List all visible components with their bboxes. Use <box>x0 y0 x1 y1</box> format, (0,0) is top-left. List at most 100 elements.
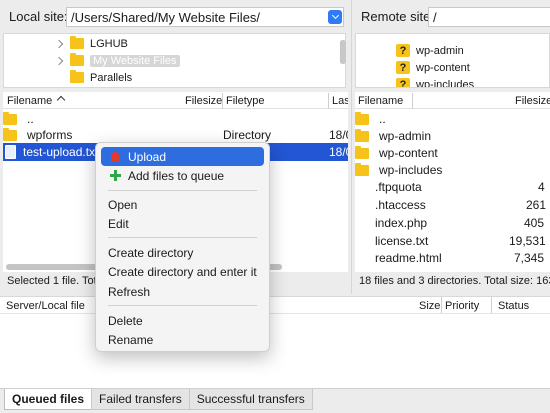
remote-tree-item[interactable]: ? wp-content <box>396 59 470 76</box>
menu-item-delete[interactable]: Delete <box>101 311 264 330</box>
file-name: wp-admin <box>379 129 432 143</box>
local-tree-item-label: Parallels <box>90 71 133 84</box>
column-divider[interactable] <box>412 93 413 109</box>
file-icon <box>357 234 368 248</box>
menu-item-create-directory[interactable]: Create directory <box>101 243 264 262</box>
menu-item-create-directory-and-enter[interactable]: Create directory and enter it <box>101 262 264 281</box>
local-site-path-text: /Users/Shared/My Website Files/ <box>71 9 261 25</box>
file-size: 4 <box>538 180 545 194</box>
remote-col-filename[interactable]: Filename <box>358 95 403 107</box>
chevron-right-icon[interactable] <box>54 39 64 48</box>
remote-file-row[interactable]: index.php 405 <box>355 214 550 232</box>
remote-file-row[interactable]: wp-includes <box>355 161 550 179</box>
remote-file-row[interactable]: license.txt 19,531 <box>355 232 550 250</box>
queue-col-size[interactable]: Size <box>419 300 440 312</box>
folder-icon <box>355 145 369 159</box>
file-last-modified: 18/0 <box>329 145 348 159</box>
chevron-down-icon <box>331 11 339 20</box>
tab-successful-transfers[interactable]: Successful transfers <box>188 389 313 410</box>
menu-item-upload[interactable]: Upload <box>101 147 264 166</box>
file-name: wp-content <box>379 146 438 160</box>
remote-tree-item-label: wp-content <box>416 61 470 74</box>
remote-file-row[interactable]: .ftpquota 4 <box>355 178 550 196</box>
file-last-modified: 18/0 <box>329 128 348 142</box>
local-site-label: Local site: <box>9 9 68 24</box>
local-col-last-modified[interactable]: Las <box>332 95 348 107</box>
local-tree-item[interactable]: My Website Files <box>54 52 180 69</box>
file-size: 7,345 <box>514 251 545 265</box>
column-divider[interactable] <box>328 93 329 109</box>
unknown-folder-icon: ? <box>396 44 410 57</box>
menu-item-label: Create directory and enter it <box>108 264 257 279</box>
file-name: readme.html <box>375 251 442 265</box>
queue-list[interactable] <box>0 314 550 388</box>
remote-tree-item[interactable]: ? wp-admin <box>396 42 464 59</box>
local-col-filetype[interactable]: Filetype <box>226 95 265 107</box>
file-name: .ftpquota <box>375 180 422 194</box>
menu-item-label: Open <box>108 197 138 212</box>
remote-site-path-input[interactable]: / <box>428 7 550 27</box>
file-name: wp-includes <box>379 163 443 177</box>
file-name: test-upload.txt <box>23 145 99 159</box>
local-site-path-input[interactable]: /Users/Shared/My Website Files/ <box>66 7 344 27</box>
file-size: 261 <box>526 198 547 212</box>
remote-site-bar: Remote site: / <box>354 0 550 33</box>
queue-col-server-local[interactable]: Server/Local file <box>6 300 85 312</box>
menu-item-label: Delete <box>108 313 143 328</box>
queue-col-priority[interactable]: Priority <box>445 300 479 312</box>
local-tree-item-label: My Website Files <box>90 54 180 67</box>
file-icon <box>5 145 16 159</box>
menu-item-edit[interactable]: Edit <box>101 214 264 233</box>
file-type: Directory <box>223 128 272 142</box>
folder-icon <box>3 127 17 141</box>
remote-file-row[interactable]: .. <box>355 110 550 128</box>
menu-item-rename[interactable]: Rename <box>101 330 264 349</box>
upload-icon <box>108 151 122 162</box>
remote-file-list-header: Filename Filesize <box>355 93 550 109</box>
remote-tree-pane[interactable]: ? wp-admin ? wp-content ? wp-includes <box>355 33 550 88</box>
file-name: .. <box>379 112 386 126</box>
file-name: wpforms <box>27 128 73 142</box>
chevron-right-icon[interactable] <box>54 56 64 65</box>
local-site-dropdown-button[interactable] <box>328 10 342 24</box>
pane-splitter[interactable] <box>351 0 352 294</box>
queue-header: Server/Local file Size Priority Status <box>0 296 550 314</box>
remote-col-filesize[interactable]: Filesize <box>515 95 550 107</box>
remote-file-row[interactable]: .htaccess 261 <box>355 196 550 214</box>
tab-queued-files[interactable]: Queued files <box>4 389 93 410</box>
local-col-filename[interactable]: Filename <box>7 95 66 107</box>
tab-failed-transfers[interactable]: Failed transfers <box>91 389 190 410</box>
local-tree-pane[interactable]: LGHUB My Website Files Parallels <box>3 33 346 88</box>
unknown-folder-icon: ? <box>396 78 410 87</box>
remote-file-row[interactable]: readme.html 7,345 <box>355 249 550 267</box>
folder-icon <box>70 36 84 49</box>
remote-tree-item[interactable]: ? wp-includes <box>396 76 475 88</box>
menu-item-label: Edit <box>108 216 129 231</box>
menu-item-open[interactable]: Open <box>101 195 264 214</box>
menu-item-label: Refresh <box>108 284 151 299</box>
remote-tree-scrollbar[interactable] <box>341 40 346 64</box>
add-icon <box>108 170 122 181</box>
menu-item-label: Rename <box>108 332 154 347</box>
menu-item-add-files-to-queue[interactable]: Add files to queue <box>101 166 264 185</box>
remote-file-row[interactable]: wp-content <box>355 144 550 162</box>
column-divider[interactable] <box>222 93 223 109</box>
file-name: .htaccess <box>375 198 426 212</box>
sort-up-icon <box>57 95 66 104</box>
menu-item-label: Create directory <box>108 245 194 260</box>
local-tree-item[interactable]: LGHUB <box>54 35 128 52</box>
local-col-filesize[interactable]: Filesize <box>185 95 222 107</box>
context-menu: Upload Add files to queue Open Edit Crea… <box>95 142 270 352</box>
remote-file-list[interactable]: Filename Filesize .. wp-admin wp-content… <box>355 92 550 272</box>
menu-item-refresh[interactable]: Refresh <box>101 282 264 301</box>
unknown-folder-icon: ? <box>396 61 410 74</box>
file-name: license.txt <box>375 234 429 248</box>
column-divider[interactable] <box>441 297 442 313</box>
remote-tree-item-label: wp-includes <box>416 78 475 88</box>
remote-file-row[interactable]: wp-admin <box>355 127 550 145</box>
remote-status-text: 18 files and 3 directories. Total size: … <box>359 275 550 287</box>
column-divider[interactable] <box>491 297 492 313</box>
queue-col-status[interactable]: Status <box>498 300 529 312</box>
local-tree-item[interactable]: Parallels <box>70 69 132 86</box>
folder-icon <box>355 162 369 176</box>
